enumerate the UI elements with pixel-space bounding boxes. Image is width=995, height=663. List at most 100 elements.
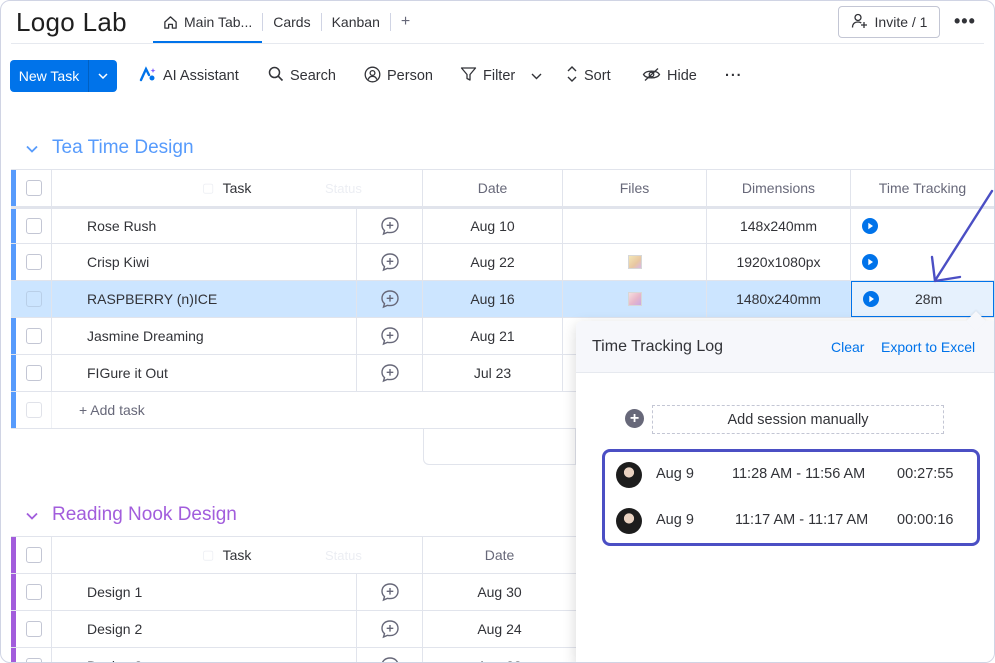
more-options-icon[interactable]: ••• (954, 11, 976, 32)
toolbar-more-icon[interactable]: ··· (725, 65, 743, 87)
row-checkbox[interactable] (25, 218, 42, 234)
group-header-reading-nook[interactable]: Reading Nook Design (26, 504, 237, 526)
chevron-down-icon[interactable] (89, 60, 117, 92)
person-filter-button[interactable]: Person (364, 65, 433, 87)
date-cell[interactable]: Aug 22 (423, 244, 563, 280)
add-update-cell[interactable] (357, 355, 423, 391)
tab-cards[interactable]: Cards (263, 1, 320, 43)
search-button[interactable]: Search (268, 65, 336, 87)
add-session-icon[interactable]: + (625, 409, 644, 428)
tab-kanban[interactable]: Kanban (322, 1, 390, 43)
table-row[interactable]: FIGure it Out Jul 23 (11, 355, 576, 392)
column-header-date[interactable]: Date (423, 537, 576, 573)
session-row[interactable]: Aug 9 11:28 AM - 11:56 AM 00:27:55 (605, 452, 977, 498)
column-header-files[interactable]: Files (563, 170, 707, 206)
files-cell[interactable] (563, 281, 707, 317)
row-checkbox[interactable] (25, 291, 42, 307)
date-cell[interactable]: Aug 21 (423, 318, 563, 354)
row-checkbox[interactable] (25, 365, 42, 381)
row-checkbox[interactable] (25, 328, 42, 344)
dimensions-cell[interactable]: 1480x240mm (707, 281, 851, 317)
file-thumbnail[interactable] (627, 255, 642, 269)
avatar (616, 508, 642, 534)
column-header-dimensions[interactable]: Dimensions (707, 170, 851, 206)
add-update-icon[interactable] (380, 582, 400, 602)
table-row[interactable]: Design 2 Aug 24 (11, 611, 576, 648)
file-thumbnail[interactable] (627, 292, 642, 306)
select-all-checkbox[interactable] (25, 547, 42, 563)
hide-button[interactable]: Hide (642, 65, 697, 87)
add-update-icon[interactable] (380, 656, 400, 663)
add-update-icon[interactable] (380, 252, 400, 272)
row-checkbox[interactable] (25, 621, 42, 637)
new-task-button[interactable]: New Task (10, 60, 117, 92)
chevron-down-icon[interactable] (26, 504, 38, 526)
column-header-task[interactable]: ▢ Task Status (52, 170, 423, 206)
play-icon[interactable] (863, 291, 879, 307)
date-cell[interactable]: Aug 28 (423, 648, 576, 662)
column-header-date[interactable]: Date (423, 170, 563, 206)
play-icon[interactable] (862, 254, 878, 270)
add-update-cell[interactable] (357, 611, 423, 647)
add-update-icon[interactable] (380, 216, 400, 236)
table-row-selected[interactable]: RASPBERRY (n)ICE Aug 16 1480x240mm 28m (11, 281, 994, 318)
table-row[interactable]: Crisp Kiwi Aug 22 1920x1080px (11, 244, 994, 281)
table-row[interactable]: Rose Rush Aug 10 148x240mm (11, 207, 994, 244)
add-update-icon[interactable] (380, 363, 400, 383)
add-update-cell[interactable] (357, 574, 423, 610)
add-task-button[interactable]: + Add task (52, 392, 572, 428)
chevron-down-icon[interactable] (26, 137, 38, 159)
row-checkbox[interactable] (25, 658, 42, 662)
avatar (616, 462, 642, 488)
invite-button[interactable]: Invite / 1 (838, 6, 940, 38)
table-row[interactable]: Design 3 Aug 28 (11, 648, 576, 663)
tab-main-table[interactable]: Main Tab... (153, 1, 263, 43)
add-update-icon[interactable] (380, 289, 400, 309)
filter-button[interactable]: Filter (460, 65, 542, 87)
session-row[interactable]: Aug 9 11:17 AM - 11:17 AM 00:00:16 (605, 498, 977, 544)
task-name-cell[interactable]: Design 3 (52, 648, 357, 662)
play-icon[interactable] (862, 218, 878, 234)
add-update-icon[interactable] (380, 326, 400, 346)
annotation-arrow-icon (930, 189, 994, 283)
ghost-icon-placeholder: ▢ (202, 180, 215, 195)
add-task-row[interactable]: + Add task (11, 392, 576, 429)
clear-button[interactable]: Clear (831, 339, 864, 355)
task-name-cell[interactable]: Jasmine Dreaming (52, 318, 357, 354)
add-update-cell[interactable] (357, 209, 423, 243)
group-header-tea-time[interactable]: Tea Time Design (26, 137, 194, 159)
ai-assistant-button[interactable]: AI Assistant (139, 65, 239, 87)
select-all-checkbox[interactable] (25, 180, 42, 196)
table-row[interactable]: Design 1 Aug 30 (11, 574, 576, 611)
column-header-task[interactable]: ▢ Task Status (52, 537, 423, 573)
task-name-cell[interactable]: Design 2 (52, 611, 357, 647)
row-checkbox[interactable] (25, 584, 42, 600)
task-name-cell[interactable]: Design 1 (52, 574, 357, 610)
add-update-cell[interactable] (357, 318, 423, 354)
task-name-cell[interactable]: Rose Rush (52, 209, 357, 243)
export-to-excel-button[interactable]: Export to Excel (881, 339, 975, 355)
add-update-cell[interactable] (357, 648, 423, 663)
date-cell[interactable]: Aug 16 (423, 281, 563, 317)
sort-button[interactable]: Sort (566, 65, 611, 87)
task-name-cell[interactable]: RASPBERRY (n)ICE (52, 281, 357, 317)
date-cell[interactable]: Jul 23 (423, 355, 563, 391)
add-update-cell[interactable] (357, 244, 423, 280)
dimensions-cell[interactable]: 1920x1080px (707, 244, 851, 280)
files-cell[interactable] (563, 209, 707, 243)
add-session-manually-button[interactable]: Add session manually (652, 405, 944, 434)
add-view-button[interactable]: + (391, 13, 420, 31)
row-checkbox[interactable] (25, 254, 42, 270)
add-update-icon[interactable] (380, 619, 400, 639)
eye-off-icon (642, 67, 661, 86)
task-name-cell[interactable]: FIGure it Out (52, 355, 357, 391)
date-cell[interactable]: Aug 24 (423, 611, 576, 647)
chevron-down-icon[interactable] (531, 68, 542, 84)
date-cell[interactable]: Aug 30 (423, 574, 576, 610)
add-update-cell[interactable] (357, 281, 423, 317)
task-name-cell[interactable]: Crisp Kiwi (52, 244, 357, 280)
date-cell[interactable]: Aug 10 (423, 209, 563, 243)
files-cell[interactable] (563, 244, 707, 280)
table-row[interactable]: Jasmine Dreaming Aug 21 (11, 318, 576, 355)
dimensions-cell[interactable]: 148x240mm (707, 209, 851, 243)
